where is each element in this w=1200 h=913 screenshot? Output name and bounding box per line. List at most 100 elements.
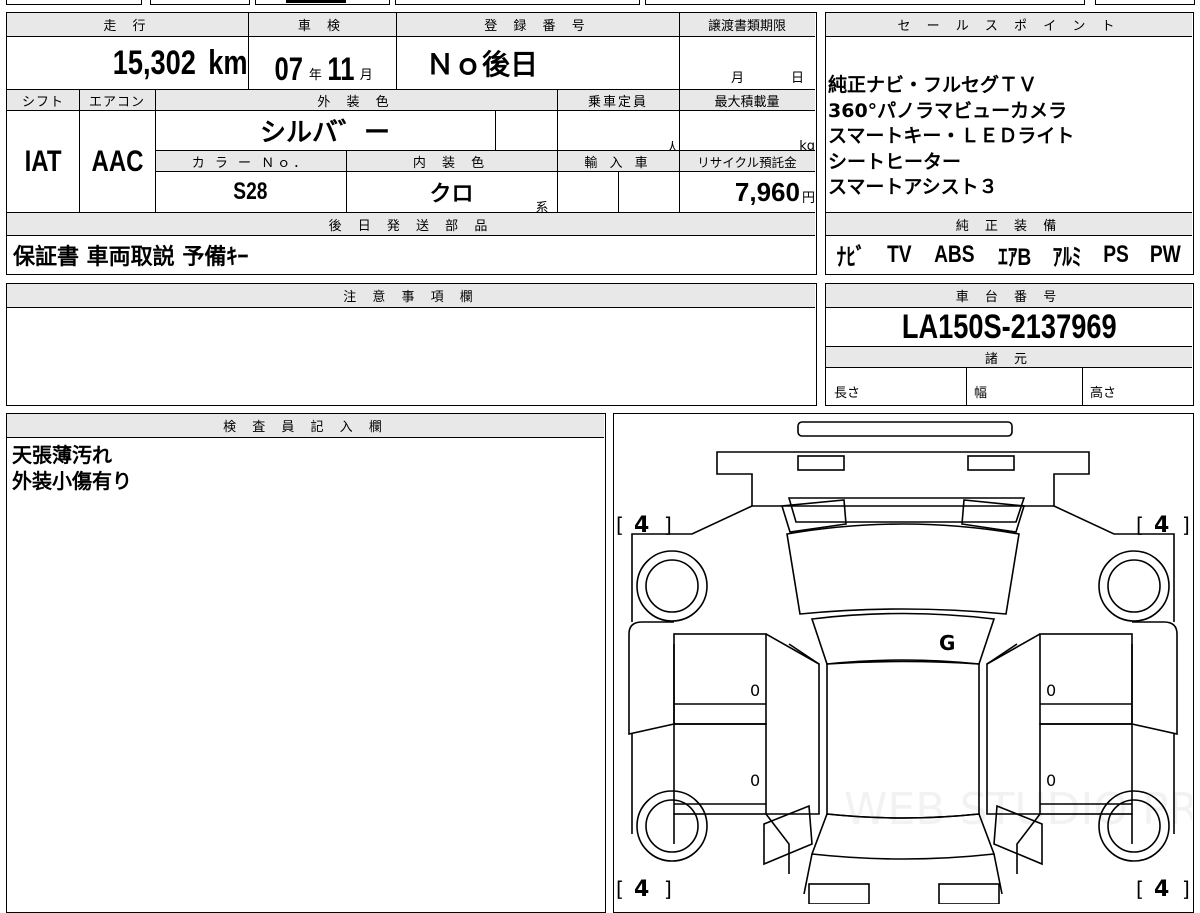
recycle-fee-value-cell: 7,960 円 (679, 172, 819, 212)
specs-label: 諸 元 (826, 346, 1192, 368)
svg-text:]: ] (1182, 513, 1190, 537)
hood (786, 523, 1020, 615)
sales-point-line: シートヒーター (828, 150, 962, 173)
equipment-item: PW (1150, 240, 1181, 268)
aircon-value: AAC (91, 144, 143, 178)
color-no-label: カ ラ ー Ｎｏ． (155, 150, 346, 172)
svg-text:[: [ (1136, 877, 1144, 901)
recycle-fee-unit: 円 (801, 190, 815, 206)
svg-text:]: ] (664, 513, 672, 537)
sales-point-line: 純正ナビ・フルセグＴＶ (828, 74, 1038, 96)
inspection-label: 車 検 (248, 13, 396, 37)
color-no-value-cell: S28 (155, 172, 346, 212)
spec-length: 長さ (834, 386, 861, 401)
transfer-label: 譲渡書類期限 (679, 13, 815, 37)
left-front-fender (631, 505, 753, 586)
equipment-item: ﾅﾋﾞ (836, 244, 866, 271)
car-diagram-panel: [ 4 ] [ 4 ] [ 4 ] [ 4 ] G 0 0 0 0 WEB ST… (613, 413, 1194, 913)
mileage-value-cell: 15,302 km (7, 37, 252, 89)
shift-label: シフト (7, 89, 79, 111)
recycle-fee-value: 7,960 (734, 176, 800, 207)
top-strip (0, 0, 1200, 8)
inspection-month-unit: 月 (359, 67, 373, 83)
sales-points-label: セ ー ル ス ポ イ ン ト (826, 13, 1192, 37)
chassis-panel: 車 台 番 号 LA150S-2137969 諸 元 長さ 幅 高さ (825, 283, 1194, 406)
watermark: WEB STUDIO PRO (844, 784, 1192, 835)
spec-width: 幅 (974, 386, 988, 401)
sales-point-line: スマートキー・ＬＥＤライト (828, 125, 1075, 147)
mark-door-fr: 0 (1046, 681, 1056, 700)
tire-rear-right: 4 (1154, 877, 1169, 902)
inspector-note-line: 外装小傷有り (12, 469, 132, 493)
equipment-item: ｱﾙﾐ (1052, 244, 1082, 271)
tire-front-left: 4 (634, 513, 649, 538)
sales-points-list: 純正ナビ・フルセグＴＶ 360°パノラマビューカメラ スマートキー・ＬＥＤライト… (828, 73, 1190, 201)
shift-value-cell: IAT (7, 111, 79, 212)
wheel-rear-left (636, 790, 708, 862)
inspector-label: 検 査 員 記 入 欄 (7, 414, 604, 438)
door-front-left (673, 633, 767, 725)
equipment-item: ABS (933, 240, 975, 268)
svg-text:[: [ (1136, 513, 1144, 537)
windshield (810, 612, 996, 665)
recycle-fee-label: リサイクル預託金 (679, 150, 815, 172)
inspection-year-unit: 年 (308, 67, 322, 83)
exterior-color-label: 外 装 色 (155, 89, 557, 111)
tire-rear-left: 4 (634, 877, 649, 902)
equipment-list: ﾅﾋﾞ TV ABS ｴｱB ｱﾙﾐ PS PW (826, 236, 1192, 273)
inspector-panel: 検 査 員 記 入 欄 天張薄汚れ 外装小傷有り (6, 413, 606, 913)
import-label: 輸 入 車 (557, 150, 679, 172)
chassis-value-cell: LA150S-2137969 (826, 308, 1192, 346)
wheel-front-right (1098, 550, 1170, 622)
mileage-value: 15,302 (113, 43, 197, 82)
sales-points-panel: セ ー ル ス ポ イ ン ト 純正ナビ・フルセグＴＶ 360°パノラマビューカ… (825, 12, 1194, 275)
transfer-month-unit: 月 (731, 71, 745, 86)
svg-text:]: ] (1182, 877, 1190, 901)
svg-text:[: [ (616, 877, 624, 901)
sales-point-line: スマートアシスト３ (828, 176, 998, 198)
mileage-unit: km (208, 43, 248, 82)
inspection-month: 11 (327, 50, 355, 87)
later-parts-value: 保証書 車両取説 予備ｷｰ (13, 244, 249, 270)
max-load-label: 最大積載量 (679, 89, 815, 111)
shift-value: IAT (24, 144, 62, 178)
vehicle-info-table: 走 行 車 検 登 録 番 号 譲渡書類期限 15,302 km 07 年 11… (6, 12, 817, 275)
inspector-note-line: 天張薄汚れ (12, 443, 112, 467)
right-headlight (967, 455, 1015, 471)
door-front-right (1039, 633, 1133, 725)
notes-panel: 注 意 事 項 欄 (6, 283, 817, 406)
chassis-value: LA150S-2137969 (901, 307, 1117, 346)
exterior-color-value: シルバ゛ー (259, 118, 390, 148)
registration-label: 登 録 番 号 (396, 13, 679, 37)
mark-glass: G (939, 631, 955, 655)
mark-door-fl: 0 (750, 681, 760, 700)
transfer-day-unit: 日 (791, 71, 805, 86)
aircon-label: エアコン (79, 89, 155, 111)
equipment-item: PS (1102, 240, 1129, 268)
interior-color-label: 内 装 色 (346, 150, 557, 172)
color-no-value: S28 (233, 178, 268, 205)
left-headlight (797, 455, 845, 471)
later-parts-label: 後 日 発 送 部 品 (7, 212, 815, 236)
notes-label: 注 意 事 項 欄 (7, 284, 815, 308)
door-rear-left (673, 723, 767, 815)
aircon-value-cell: AAC (79, 111, 155, 212)
sales-point-line: 360°パノラマビューカメラ (828, 99, 1068, 122)
chassis-label: 車 台 番 号 (826, 284, 1192, 308)
mileage-label: 走 行 (7, 13, 248, 37)
car-diagram: [ 4 ] [ 4 ] [ 4 ] [ 4 ] G 0 0 0 0 WEB ST… (616, 421, 1192, 904)
tire-front-right: 4 (1154, 513, 1169, 538)
wheel-front-left (636, 550, 708, 622)
inspection-year: 07 (274, 50, 304, 87)
equipment-label: 純 正 装 備 (826, 212, 1192, 236)
equipment-item: ｴｱB (997, 244, 1031, 271)
registration-value: Ｎｏ後日 (426, 48, 539, 81)
capacity-label: 乗車定員 (557, 89, 679, 111)
inspector-notes: 天張薄汚れ 外装小傷有り (12, 442, 132, 494)
front-bumper (797, 421, 1013, 437)
mark-door-rl: 0 (750, 771, 760, 790)
svg-text:]: ] (664, 877, 672, 901)
spec-height: 高さ (1090, 386, 1117, 401)
equipment-item: TV (886, 240, 912, 268)
inspection-value-cell: 07 年 11 月 (248, 37, 396, 95)
